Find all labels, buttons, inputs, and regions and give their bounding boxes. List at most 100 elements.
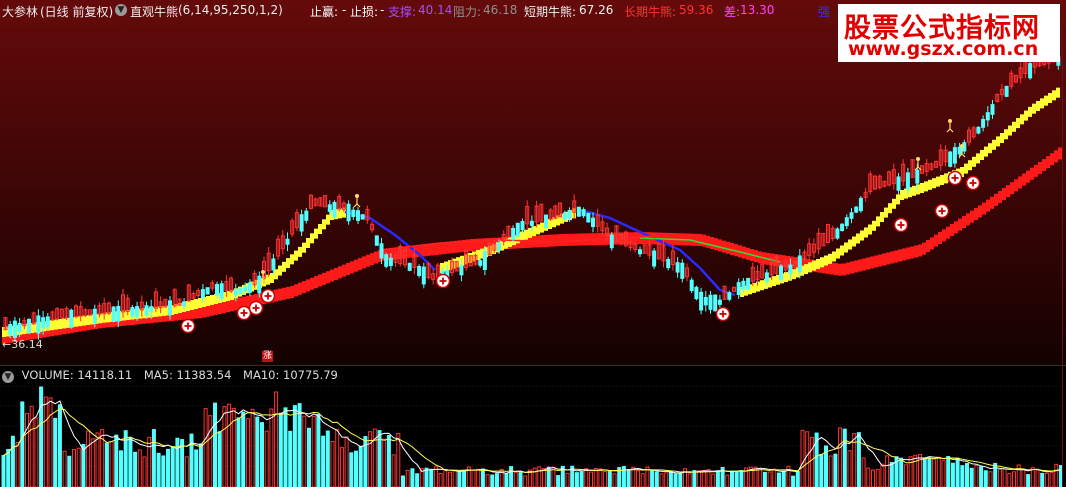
short-band-segment bbox=[928, 179, 932, 190]
volume-bar bbox=[1007, 473, 1012, 487]
short-band-segment bbox=[198, 298, 202, 308]
volume-bar bbox=[565, 472, 570, 487]
person-icon bbox=[355, 194, 359, 198]
long-band-segment bbox=[846, 262, 850, 275]
short-band-segment bbox=[860, 230, 864, 241]
long-band-segment bbox=[230, 299, 234, 312]
long-band-segment bbox=[338, 266, 342, 279]
stock-name: 大参林 bbox=[2, 5, 39, 19]
candle-body bbox=[666, 258, 671, 269]
volume-bar bbox=[842, 428, 847, 487]
short-band-segment bbox=[1008, 125, 1012, 136]
short-band-segment bbox=[532, 226, 536, 237]
support-label: 支撑: bbox=[388, 5, 417, 19]
long-band-segment bbox=[974, 208, 978, 220]
long-band-segment bbox=[350, 261, 354, 274]
long-band-segment bbox=[838, 263, 842, 276]
volume-bar bbox=[448, 471, 452, 487]
long-band-segment bbox=[326, 271, 330, 284]
low-price-label: ←36.14 bbox=[2, 338, 43, 351]
long-band-segment bbox=[978, 205, 982, 218]
right-border bbox=[1062, 0, 1063, 487]
long-band-segment bbox=[918, 244, 922, 257]
long-band-segment bbox=[922, 242, 926, 255]
volume-bar bbox=[880, 463, 885, 487]
volume-bar bbox=[518, 472, 523, 487]
candle-body bbox=[285, 238, 290, 245]
long-band-segment bbox=[958, 218, 962, 231]
volume-bar bbox=[241, 411, 246, 487]
candle-body bbox=[407, 262, 412, 271]
candle-body bbox=[205, 287, 210, 295]
candle-body bbox=[332, 201, 337, 218]
long-band-segment bbox=[574, 233, 578, 246]
volume-bar bbox=[104, 442, 109, 487]
volume-bar bbox=[762, 471, 767, 487]
long-band-segment bbox=[570, 233, 574, 246]
long-band-segment bbox=[882, 253, 886, 266]
volume-bar bbox=[325, 430, 330, 487]
candle-body bbox=[116, 305, 121, 322]
long-band-segment bbox=[426, 243, 430, 256]
short-band-segment bbox=[1020, 114, 1024, 125]
short-band-segment bbox=[1028, 106, 1032, 117]
chevron-down-icon[interactable]: ▼ bbox=[115, 4, 127, 16]
volume-bar bbox=[429, 468, 434, 487]
long-band-segment bbox=[890, 251, 894, 264]
volume-bar bbox=[245, 418, 250, 487]
short-band-segment bbox=[920, 183, 924, 193]
volume-bar bbox=[523, 475, 528, 487]
volume-bar bbox=[415, 473, 420, 487]
volume-bar bbox=[443, 469, 448, 487]
long-band-segment bbox=[294, 284, 298, 297]
volume-bar bbox=[758, 468, 763, 487]
volume-bar bbox=[739, 470, 744, 487]
short-band-segment bbox=[468, 252, 472, 263]
short-band-segment bbox=[58, 319, 62, 329]
candle-body bbox=[562, 212, 567, 220]
volume-bar bbox=[260, 422, 264, 487]
candle-body bbox=[356, 210, 360, 221]
volume-bar bbox=[339, 447, 344, 487]
long-band-segment bbox=[894, 250, 898, 263]
volume-bar bbox=[76, 447, 81, 487]
candle-body bbox=[529, 220, 534, 226]
ma10-value: 10775.79 bbox=[283, 368, 338, 382]
volume-bar bbox=[302, 415, 307, 487]
volume-bar bbox=[715, 470, 720, 487]
volume-bar bbox=[264, 430, 269, 487]
long-band-segment bbox=[322, 272, 326, 285]
candle-body bbox=[478, 260, 483, 266]
long-band-segment bbox=[298, 282, 302, 295]
stop-profit-value: - bbox=[342, 3, 347, 17]
volume-bar bbox=[142, 456, 147, 487]
volume-bar bbox=[452, 470, 457, 487]
candle-body bbox=[215, 284, 219, 296]
volume-bar bbox=[269, 408, 274, 487]
candle-body bbox=[544, 214, 548, 229]
volume-bar bbox=[184, 456, 189, 487]
volume-bar bbox=[509, 466, 514, 487]
short-band-segment bbox=[194, 299, 198, 309]
volume-bar bbox=[405, 469, 410, 487]
candle-body bbox=[952, 147, 957, 164]
long-band-segment bbox=[910, 246, 914, 259]
long-band-segment bbox=[578, 233, 582, 246]
volume-bar bbox=[123, 430, 128, 487]
long-term-value: 59.36 bbox=[679, 3, 714, 17]
long-band-segment bbox=[902, 248, 906, 261]
volume-bar bbox=[222, 406, 227, 487]
volume-bar bbox=[344, 436, 349, 487]
chevron-down-icon[interactable]: ▼ bbox=[2, 371, 14, 383]
long-band-segment bbox=[1002, 188, 1006, 201]
volume-bar bbox=[537, 466, 542, 487]
long-band-segment bbox=[442, 242, 446, 255]
candle-body bbox=[135, 306, 140, 317]
volume-bar bbox=[664, 472, 669, 487]
volume-bar bbox=[871, 469, 875, 487]
candle-body bbox=[327, 204, 332, 212]
long-band-segment bbox=[438, 242, 442, 255]
long-band-segment bbox=[862, 258, 866, 271]
volume-bar bbox=[725, 474, 730, 487]
indicator-name[interactable]: 直观牛熊 bbox=[130, 3, 178, 20]
